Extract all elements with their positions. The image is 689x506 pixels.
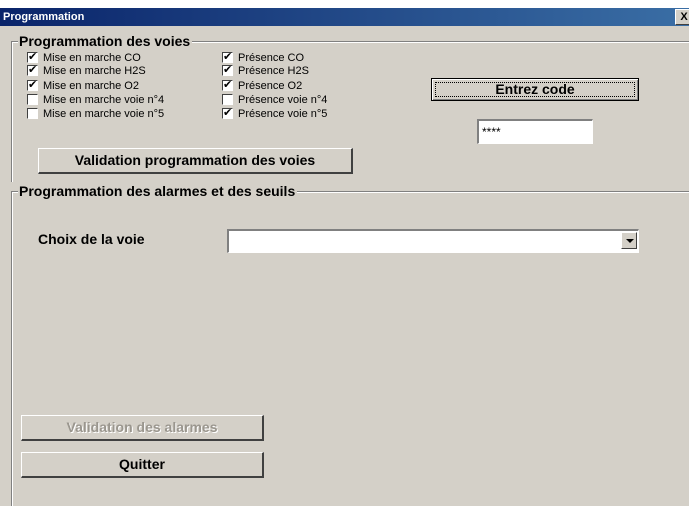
mise-en-marche-checkbox-5[interactable]: Mise en marche voie n°5 [27, 108, 164, 121]
checkbox-label: Présence CO [238, 52, 305, 64]
check-mark-icon: ✔ [223, 63, 233, 76]
checkbox-box[interactable] [222, 94, 233, 105]
check-mark-icon: ✔ [223, 106, 233, 119]
checkbox-box[interactable]: ✔ [27, 63, 38, 76]
checkbox-label: Mise en marche O2 [43, 80, 139, 92]
validation-alarmes-button[interactable]: Validation des alarmes [21, 415, 264, 441]
window-title: Programmation [3, 11, 85, 23]
title-bar: Programmation X [0, 8, 689, 26]
quitter-button[interactable]: Quitter [21, 452, 264, 478]
checkbox-box[interactable] [27, 108, 38, 119]
entrez-code-button[interactable]: Entrez code [431, 78, 639, 101]
mise-en-marche-checkbox-1[interactable]: ✔ Mise en marche CO [27, 50, 141, 65]
check-mark-icon: ✔ [223, 50, 233, 63]
focus-ring [435, 82, 635, 97]
checkbox-label: Présence voie n°5 [238, 108, 328, 120]
validation-voies-label: Validation programmation des voies [74, 152, 316, 168]
checkbox-label: Présence H2S [238, 65, 309, 77]
presence-checkbox-5[interactable]: ✔ Présence voie n°5 [222, 106, 328, 121]
choix-voie-select[interactable] [227, 229, 639, 253]
checkbox-box[interactable]: ✔ [222, 78, 233, 91]
dropdown-arrow-button[interactable] [621, 232, 637, 249]
checkbox-label: Mise en marche H2S [43, 65, 146, 77]
mise-en-marche-checkbox-3[interactable]: ✔ Mise en marche O2 [27, 78, 139, 93]
presence-checkbox-3[interactable]: ✔ Présence O2 [222, 78, 303, 93]
voies-group-title: Programmation des voies [18, 33, 193, 49]
quitter-label: Quitter [119, 456, 165, 472]
check-mark-icon: ✔ [28, 78, 38, 91]
checkbox-label: Présence O2 [238, 80, 303, 92]
alarmes-group-title: Programmation des alarmes et des seuils [18, 183, 298, 199]
chevron-down-icon [626, 239, 634, 243]
check-mark-icon: ✔ [223, 78, 233, 91]
checkbox-box[interactable]: ✔ [222, 106, 233, 119]
check-mark-icon: ✔ [28, 50, 38, 63]
presence-checkbox-1[interactable]: ✔ Présence CO [222, 50, 305, 65]
checkbox-box[interactable]: ✔ [222, 63, 233, 76]
checkbox-label: Mise en marche CO [43, 52, 141, 64]
checkbox-box[interactable]: ✔ [27, 50, 38, 63]
checkbox-label: Mise en marche voie n°4 [43, 94, 165, 106]
checkbox-label: Mise en marche voie n°5 [43, 108, 165, 120]
programmation-window: Programmation X Programmation des voies … [0, 8, 689, 506]
validation-alarmes-label: Validation des alarmes [66, 419, 218, 435]
code-field[interactable]: **** [477, 119, 593, 144]
mise-en-marche-checkbox-2[interactable]: ✔ Mise en marche H2S [27, 63, 146, 78]
presence-checkbox-2[interactable]: ✔ Présence H2S [222, 63, 309, 78]
checkbox-label: Présence voie n°4 [238, 94, 328, 106]
presence-checkbox-4[interactable]: Présence voie n°4 [222, 94, 327, 107]
close-button[interactable]: X [675, 9, 689, 25]
checkbox-box[interactable]: ✔ [27, 78, 38, 91]
validation-voies-button[interactable]: Validation programmation des voies [38, 148, 353, 174]
check-mark-icon: ✔ [28, 63, 38, 76]
choix-voie-label: Choix de la voie [38, 231, 145, 247]
checkbox-box[interactable] [27, 94, 38, 105]
checkbox-box[interactable]: ✔ [222, 50, 233, 63]
mise-en-marche-checkbox-4[interactable]: Mise en marche voie n°4 [27, 94, 164, 107]
